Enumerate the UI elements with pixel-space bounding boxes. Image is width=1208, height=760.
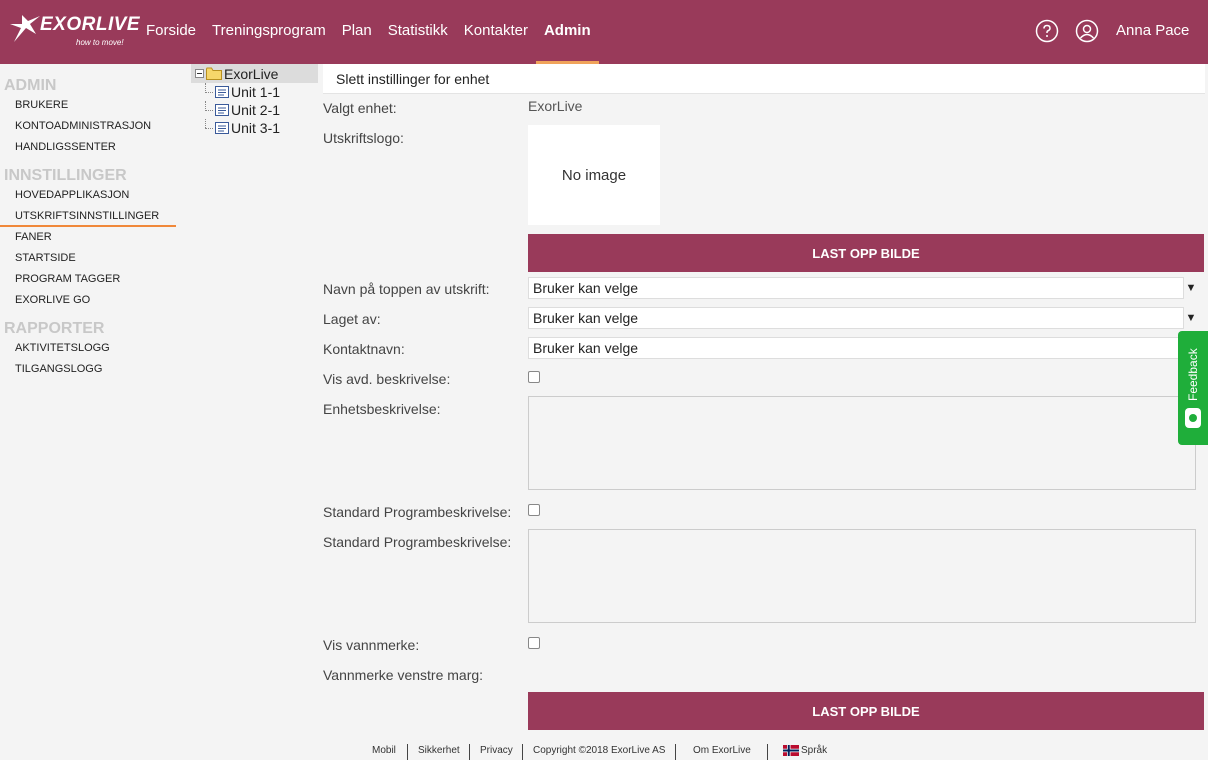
nav-treningsprogram[interactable]: Treningsprogram — [204, 0, 334, 64]
show-dept-desc-checkbox[interactable] — [528, 371, 540, 383]
nav-forside[interactable]: Forside — [146, 0, 204, 64]
unit-desc-label: Enhetsbeskrivelse: — [323, 401, 441, 417]
sidebar-item-brukere[interactable]: BRUKERE — [0, 95, 190, 116]
selected-unit-label: Valgt enhet: — [323, 100, 397, 116]
nav-admin[interactable]: Admin — [535, 0, 599, 64]
tree-node-unit-2-1[interactable]: Unit 2-1 — [191, 101, 318, 119]
tree-node-label: Unit 1-1 — [231, 84, 281, 100]
sidebar-item-kontoadministrasjon[interactable]: KONTOADMINISTRASJON — [0, 116, 190, 137]
std-program-desc-label: Standard Programbeskrivelse: — [323, 534, 512, 550]
sidebar-section-admin: ADMIN — [4, 77, 57, 94]
unit-tree: ExorLive Unit 1-1 Unit 2-1 Unit 3-1 — [191, 64, 318, 137]
unit-desc-textarea[interactable] — [528, 396, 1196, 490]
sidebar-item-handligssenter[interactable]: HANDLIGSSENTER — [0, 137, 190, 158]
admin-sidebar: ADMIN BRUKERE KONTOADMINISTRASJON HANDLI… — [0, 64, 190, 380]
sidebar-item-faner[interactable]: FANER — [0, 227, 190, 248]
unit-icon — [215, 122, 229, 134]
norway-flag-icon[interactable] — [783, 745, 799, 756]
collapse-icon[interactable] — [195, 69, 204, 78]
watermark-margin-label: Vannmerke venstre marg: — [323, 667, 484, 683]
sidebar-item-utskriftsinnstillinger[interactable]: UTSKRIFTSINNSTILLINGER — [0, 206, 176, 227]
tree-node-unit-1-1[interactable]: Unit 1-1 — [191, 83, 318, 101]
tree-root-label: ExorLive — [224, 65, 279, 82]
panel-title: Slett instillinger for enhet — [323, 64, 1205, 94]
user-profile-icon[interactable] — [1075, 19, 1099, 43]
sidebar-item-aktivitetslogg[interactable]: AKTIVITETSLOGG — [0, 338, 190, 359]
no-image-text: No image — [561, 166, 627, 184]
upload-watermark-button[interactable]: LAST OPP BILDE — [528, 692, 1204, 730]
chevron-down-icon[interactable]: ▼ — [1184, 277, 1198, 299]
made-by-label: Laget av: — [323, 311, 381, 327]
footer-divider — [469, 744, 470, 760]
made-by-select[interactable]: Bruker kan velge — [528, 307, 1184, 329]
footer-divider — [675, 744, 676, 760]
tree-root-node[interactable]: ExorLive — [191, 64, 318, 83]
unit-icon — [215, 86, 229, 98]
tree-node-label: Unit 2-1 — [231, 102, 281, 118]
upload-logo-button[interactable]: LAST OPP BILDE — [528, 234, 1204, 272]
feedback-icon — [1185, 408, 1201, 428]
std-program-desc-textarea[interactable] — [528, 529, 1196, 623]
sidebar-item-exorlive-go[interactable]: EXORLIVE GO — [0, 290, 190, 311]
sidebar-section-innstillinger: INNSTILLINGER — [4, 167, 127, 184]
footer-link-sprak[interactable]: Språk — [801, 744, 827, 760]
std-program-desc-checkbox[interactable] — [528, 504, 540, 516]
footer-link-om-exorlive[interactable]: Om ExorLive — [693, 744, 751, 760]
selected-unit-value: ExorLive — [528, 98, 583, 114]
top-header: EXORLIVE how to move! Forside Treningspr… — [0, 0, 1208, 64]
sidebar-section-rapporter: RAPPORTER — [4, 320, 105, 337]
tree-node-unit-3-1[interactable]: Unit 3-1 — [191, 119, 318, 137]
feedback-label: Feedback — [1186, 348, 1200, 402]
unit-icon — [215, 104, 229, 116]
top-name-select[interactable]: Bruker kan velge — [528, 277, 1184, 299]
footer-divider — [407, 744, 408, 760]
help-icon[interactable] — [1035, 19, 1059, 43]
std-program-desc-check-label: Standard Programbeskrivelse: — [323, 504, 512, 520]
user-name[interactable]: Anna Pace — [1116, 22, 1189, 39]
footer-divider — [767, 744, 768, 760]
show-watermark-checkbox[interactable] — [528, 637, 540, 649]
sidebar-item-startside[interactable]: STARTSIDE — [0, 248, 190, 269]
footer: Mobil Sikkerhet Privacy Copyright ©2018 … — [0, 744, 1208, 760]
sidebar-item-tilgangslogg[interactable]: TILGANGSLOGG — [0, 359, 190, 380]
logo-tagline: how to move! — [76, 38, 124, 47]
logo-preview: No image — [528, 125, 660, 225]
footer-link-privacy[interactable]: Privacy — [480, 744, 513, 760]
footer-copyright: Copyright ©2018 ExorLive AS — [533, 745, 666, 756]
footer-link-mobil[interactable]: Mobil — [372, 744, 396, 760]
folder-icon — [206, 67, 222, 80]
tree-node-label: Unit 3-1 — [231, 120, 281, 136]
sidebar-item-program-tagger[interactable]: PROGRAM TAGGER — [0, 269, 190, 290]
nav-statistikk[interactable]: Statistikk — [380, 0, 456, 64]
footer-divider — [522, 744, 523, 760]
show-dept-desc-label: Vis avd. beskrivelse: — [323, 371, 451, 387]
chevron-down-icon[interactable]: ▼ — [1184, 307, 1198, 329]
footer-link-sikkerhet[interactable]: Sikkerhet — [418, 744, 460, 760]
contact-name-field[interactable]: Bruker kan velge — [528, 337, 1184, 359]
logo-text: EXORLIVE — [40, 14, 141, 35]
nav-plan[interactable]: Plan — [334, 0, 380, 64]
feedback-tab[interactable]: Feedback — [1178, 331, 1208, 445]
logo-figure-icon — [10, 15, 40, 42]
contact-name-label: Kontaktnavn: — [323, 341, 405, 357]
main-nav: Forside Treningsprogram Plan Statistikk … — [146, 0, 599, 64]
print-logo-label: Utskriftslogo: — [323, 130, 404, 146]
exorlive-logo[interactable]: EXORLIVE how to move! — [8, 12, 140, 52]
nav-kontakter[interactable]: Kontakter — [456, 0, 536, 64]
sidebar-item-hovedapplikasjon[interactable]: HOVEDAPPLIKASJON — [0, 185, 190, 206]
show-watermark-label: Vis vannmerke: — [323, 637, 420, 653]
top-name-label: Navn på toppen av utskrift: — [323, 281, 490, 297]
